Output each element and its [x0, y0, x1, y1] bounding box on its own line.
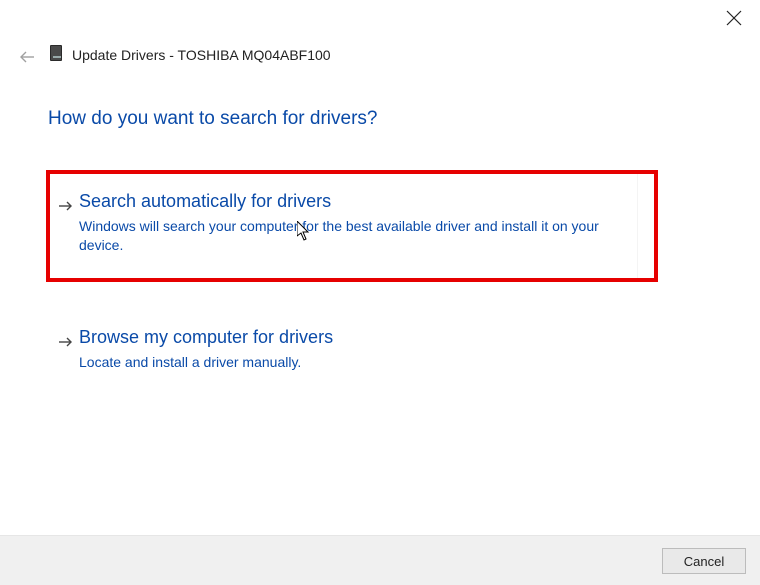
- option-description: Windows will search your computer for th…: [79, 217, 609, 255]
- arrow-right-icon: [57, 197, 75, 215]
- option-search-automatically[interactable]: Search automatically for drivers Windows…: [48, 172, 638, 282]
- dialog-footer: Cancel: [0, 535, 760, 585]
- option-title: Search automatically for drivers: [79, 191, 331, 212]
- option-browse-computer[interactable]: Browse my computer for drivers Locate an…: [48, 312, 638, 376]
- page-heading: How do you want to search for drivers?: [48, 108, 378, 130]
- arrow-right-icon: [57, 333, 75, 351]
- disk-drive-icon: [50, 45, 64, 63]
- option-title: Browse my computer for drivers: [79, 327, 333, 348]
- close-icon[interactable]: [726, 10, 742, 26]
- back-arrow-icon[interactable]: [18, 48, 36, 66]
- option-description: Locate and install a driver manually.: [79, 353, 609, 372]
- cancel-button[interactable]: Cancel: [662, 548, 746, 574]
- window-title: Update Drivers - TOSHIBA MQ04ABF100: [72, 47, 331, 63]
